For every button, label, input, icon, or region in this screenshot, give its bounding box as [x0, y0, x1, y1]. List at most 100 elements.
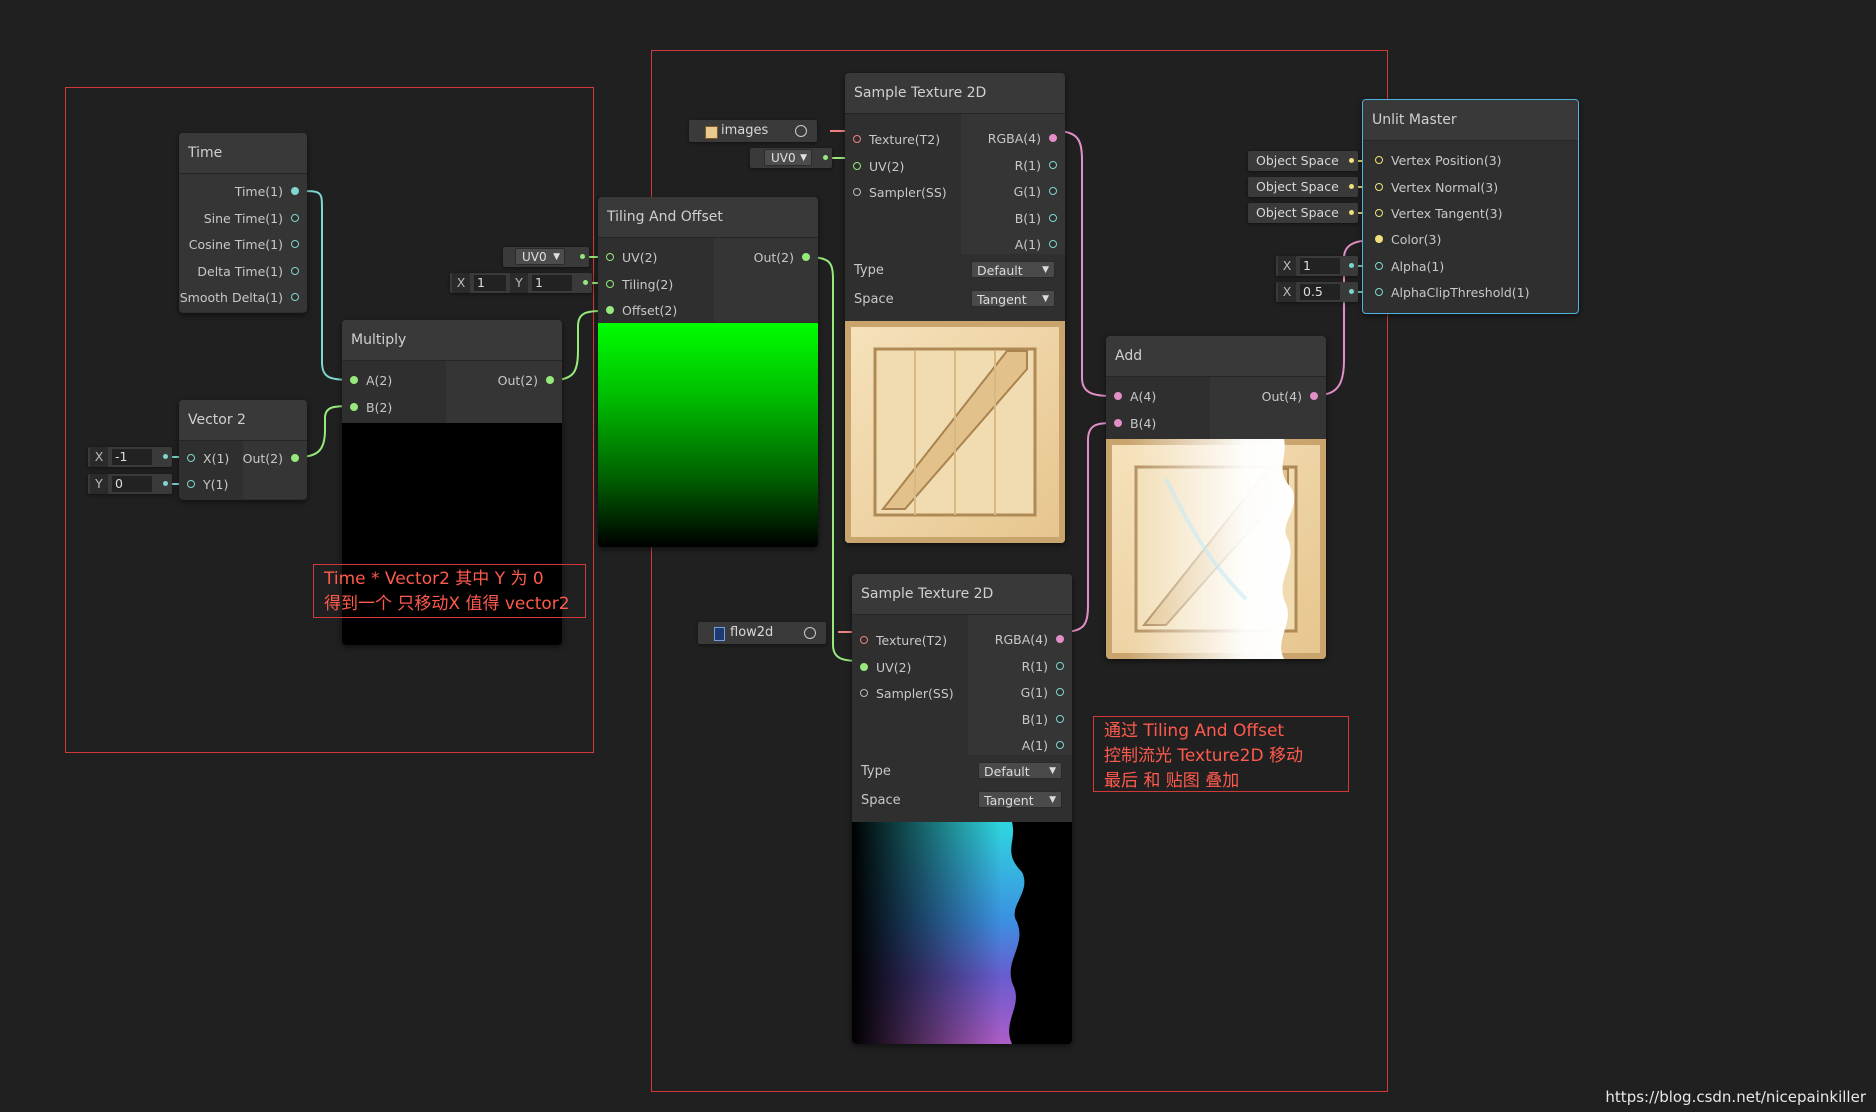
port-socket[interactable]: [291, 293, 299, 301]
port-uv-in[interactable]: UV(2): [860, 660, 964, 676]
tiling-offset-node-title[interactable]: Tiling And Offset: [598, 197, 818, 238]
port-x-in[interactable]: X(1): [187, 451, 237, 467]
port-sampler-in[interactable]: Sampler(SS): [860, 686, 964, 702]
port-socket[interactable]: [1049, 240, 1057, 248]
tiling-uv-field[interactable]: UV0 ▼: [503, 247, 589, 267]
port-vertex-normal-in[interactable]: Vertex Normal(3): [1375, 180, 1565, 196]
port-socket[interactable]: [1310, 392, 1318, 400]
space-value[interactable]: Object Space: [1256, 151, 1339, 171]
uv-channel-dropdown[interactable]: UV0 ▼: [764, 149, 812, 166]
port-y-in[interactable]: Y(1): [187, 477, 237, 493]
port-socket[interactable]: [1056, 715, 1064, 723]
tiling-x-input[interactable]: 1: [474, 275, 506, 291]
port-socket[interactable]: [291, 187, 299, 195]
port-uv-in[interactable]: UV(2): [606, 250, 706, 266]
tiling-y-input[interactable]: 1: [532, 275, 572, 291]
port-socket[interactable]: [802, 253, 810, 261]
port-socket[interactable]: [291, 267, 299, 275]
vertex-normal-space-field[interactable]: Object Space: [1248, 177, 1358, 197]
port-socket[interactable]: [1049, 214, 1057, 222]
port-socket[interactable]: [606, 306, 614, 314]
port-socket[interactable]: [606, 253, 614, 261]
multiply-node-title[interactable]: Multiply: [342, 320, 562, 361]
texture-asset-name[interactable]: images: [721, 120, 768, 142]
port-socket[interactable]: [1375, 235, 1383, 243]
alpha-value-input[interactable]: 1: [1300, 258, 1340, 274]
vector2-node-title[interactable]: Vector 2: [179, 400, 307, 441]
port-tiling-in[interactable]: Tiling(2): [606, 277, 706, 293]
alpha-field[interactable]: X 1: [1276, 256, 1358, 276]
flow-texture-asset-field[interactable]: flow2d: [698, 622, 826, 644]
vector2-node[interactable]: Vector 2 X(1) Y(1) Out(2): [179, 400, 307, 500]
port-time-out[interactable]: Time(1): [181, 184, 299, 200]
port-socket[interactable]: [1049, 187, 1057, 195]
port-color-in[interactable]: Color(3): [1375, 232, 1565, 248]
space-value[interactable]: Object Space: [1256, 203, 1339, 223]
port-socket[interactable]: [291, 454, 299, 462]
port-sine-time-out[interactable]: Sine Time(1): [181, 211, 299, 227]
flow-asset-name[interactable]: flow2d: [730, 622, 773, 644]
port-vertex-tangent-in[interactable]: Vertex Tangent(3): [1375, 206, 1565, 222]
port-socket[interactable]: [1114, 419, 1122, 427]
port-socket[interactable]: [1375, 156, 1383, 164]
port-a-in[interactable]: A(2): [350, 373, 440, 389]
alpha-clip-field[interactable]: X 0.5: [1276, 282, 1358, 302]
shader-graph-canvas[interactable]: Time Time(1) Sine Time(1) Cosine Time(1)…: [0, 0, 1876, 1112]
type-dropdown[interactable]: Default ▼: [971, 261, 1055, 278]
port-socket[interactable]: [860, 663, 868, 671]
port-vector2-out[interactable]: Out(2): [243, 451, 299, 467]
port-socket[interactable]: [187, 480, 195, 488]
tiling-xy-field[interactable]: X 1 Y 1: [450, 273, 592, 293]
port-socket[interactable]: [860, 636, 868, 644]
vertex-position-space-field[interactable]: Object Space: [1248, 151, 1358, 171]
port-alpha-clip-in[interactable]: AlphaClipThreshold(1): [1375, 285, 1565, 301]
port-r-out[interactable]: R(1): [974, 659, 1064, 675]
port-socket[interactable]: [1375, 183, 1383, 191]
port-a-out[interactable]: A(1): [967, 237, 1057, 253]
port-g-out[interactable]: G(1): [967, 184, 1057, 200]
port-uv-in[interactable]: UV(2): [853, 159, 957, 175]
time-node[interactable]: Time Time(1) Sine Time(1) Cosine Time(1)…: [179, 133, 307, 313]
port-socket[interactable]: [350, 403, 358, 411]
port-texture-in[interactable]: Texture(T2): [853, 132, 957, 148]
port-socket[interactable]: [1114, 392, 1122, 400]
tiling-offset-node[interactable]: Tiling And Offset UV(2) Tiling(2) Offset…: [598, 197, 818, 547]
port-smooth-delta-out[interactable]: Smooth Delta(1): [180, 290, 299, 306]
port-texture-in[interactable]: Texture(T2): [860, 633, 964, 649]
sample1-uv-field[interactable]: UV0 ▼: [750, 148, 832, 168]
port-socket[interactable]: [1056, 688, 1064, 696]
port-socket[interactable]: [606, 280, 614, 288]
port-socket[interactable]: [853, 188, 861, 196]
vertex-tangent-space-field[interactable]: Object Space: [1248, 203, 1358, 223]
port-a-out[interactable]: A(1): [974, 738, 1064, 754]
port-b-in[interactable]: B(2): [350, 400, 440, 416]
time-node-title[interactable]: Time: [179, 133, 307, 174]
sample-texture-1-title[interactable]: Sample Texture 2D: [845, 73, 1065, 114]
add-node[interactable]: Add A(4) B(4) Out(4): [1106, 336, 1326, 659]
port-r-out[interactable]: R(1): [967, 158, 1057, 174]
port-offset-in[interactable]: Offset(2): [606, 303, 706, 319]
vector2-y-field[interactable]: Y 0: [88, 474, 172, 494]
port-rgba-out[interactable]: RGBA(4): [967, 131, 1057, 147]
port-socket[interactable]: [291, 214, 299, 222]
space-dropdown[interactable]: Tangent ▼: [971, 290, 1055, 307]
port-socket[interactable]: [350, 376, 358, 384]
port-vertex-position-in[interactable]: Vertex Position(3): [1375, 153, 1565, 169]
type-dropdown[interactable]: Default ▼: [978, 762, 1062, 779]
port-multiply-out[interactable]: Out(2): [454, 373, 554, 389]
unlit-master-node[interactable]: Unlit Master Vertex Position(3) Vertex N…: [1362, 99, 1579, 314]
port-socket[interactable]: [187, 454, 195, 462]
port-sampler-in[interactable]: Sampler(SS): [853, 185, 957, 201]
object-picker-icon[interactable]: [804, 627, 816, 639]
port-b-out[interactable]: B(1): [974, 712, 1064, 728]
port-socket[interactable]: [860, 689, 868, 697]
x-value-input[interactable]: -1: [112, 449, 152, 465]
port-socket[interactable]: [853, 162, 861, 170]
y-value-input[interactable]: 0: [112, 476, 152, 492]
sample-texture-2-title[interactable]: Sample Texture 2D: [852, 574, 1072, 615]
port-cosine-time-out[interactable]: Cosine Time(1): [181, 237, 299, 253]
add-node-title[interactable]: Add: [1106, 336, 1326, 377]
port-socket[interactable]: [1056, 741, 1064, 749]
port-a-in[interactable]: A(4): [1114, 389, 1204, 405]
port-socket[interactable]: [1049, 161, 1057, 169]
